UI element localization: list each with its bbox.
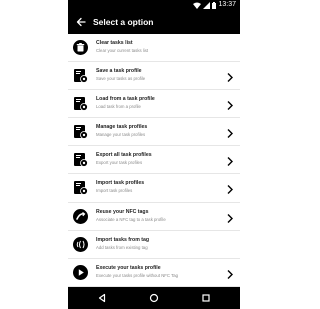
trash-icon	[73, 40, 88, 55]
chevron-right-icon	[226, 154, 234, 167]
option-import-from-tag[interactable]: Import tasks from tag Add tasks from exi…	[68, 231, 240, 259]
option-clear-tasks[interactable]: Clear tasks list Clear your current task…	[68, 34, 240, 63]
status-time: 13:37	[218, 1, 236, 8]
profile-gear-icon	[73, 152, 88, 168]
option-subtitle: Clear your current tasks list	[96, 48, 149, 53]
app-bar: Select a option	[68, 10, 240, 34]
chevron-right-icon	[226, 267, 234, 279]
option-subtitle: Execute your tasks profile without NFC T…	[96, 272, 179, 278]
option-title: Import tasks from tag	[96, 236, 150, 243]
option-manage-profiles[interactable]: Manage task profiles Manage your task pr…	[68, 118, 240, 147]
option-import-profiles[interactable]: Import task profiles Import task profile…	[68, 174, 240, 203]
page-title: Select a option	[93, 17, 154, 27]
option-title: Save a task profile	[96, 68, 142, 75]
option-title: Execute your tasks profile	[96, 264, 161, 271]
option-subtitle: Associate a NFC tag to a task profile	[96, 216, 166, 222]
option-title: Load from a task profile	[96, 96, 155, 103]
option-execute-profile[interactable]: Execute your tasks profile Execute your …	[68, 259, 240, 287]
nav-home-icon[interactable]	[148, 292, 160, 304]
status-bar: 13:37	[68, 0, 240, 10]
chevron-right-icon	[226, 70, 234, 83]
nav-recents-icon[interactable]	[200, 292, 212, 304]
option-subtitle: Load task from a profile	[96, 104, 141, 110]
play-icon	[73, 264, 88, 280]
option-subtitle: Save your tasks as profile	[96, 76, 146, 82]
option-export-profiles[interactable]: Export all task profiles Export your tas…	[68, 146, 240, 175]
option-title: Export all task profiles	[96, 152, 152, 159]
chevron-right-icon	[226, 182, 234, 195]
profile-gear-icon	[73, 96, 88, 112]
option-reuse-nfc[interactable]: Reuse your NFC tags Associate a NFC tag …	[68, 203, 240, 231]
profile-gear-icon	[73, 124, 88, 140]
option-subtitle: Import task profiles	[96, 188, 133, 194]
chevron-right-icon	[226, 211, 234, 223]
chevron-right-icon	[226, 126, 234, 139]
options-list: Clear tasks list Clear your current task…	[68, 34, 240, 287]
option-title: Manage task profiles	[96, 124, 148, 131]
nfc-reuse-icon	[73, 208, 88, 224]
option-title: Reuse your NFC tags	[96, 208, 149, 215]
option-subtitle: Manage your task profiles	[96, 132, 146, 138]
option-title: Clear tasks list	[96, 40, 133, 46]
system-nav-bar	[68, 287, 240, 309]
option-subtitle: Export your task profiles	[96, 160, 143, 166]
option-save-profile[interactable]: Save a task profile Save your tasks as p…	[68, 62, 240, 91]
phone-screen: 13:37 Select a option Clear tasks list C…	[68, 0, 240, 309]
nav-back-icon[interactable]	[96, 292, 108, 304]
option-subtitle: Add tasks from existing tag	[96, 244, 148, 250]
profile-gear-icon	[73, 68, 88, 83]
profile-gear-icon	[73, 180, 88, 196]
nfc-import-icon	[73, 236, 88, 252]
status-icons: 13:37	[193, 1, 236, 9]
option-load-profile[interactable]: Load from a task profile Load task from …	[68, 90, 240, 119]
option-title: Import task profiles	[96, 180, 145, 187]
back-arrow-icon[interactable]	[73, 14, 89, 30]
chevron-right-icon	[226, 98, 234, 111]
